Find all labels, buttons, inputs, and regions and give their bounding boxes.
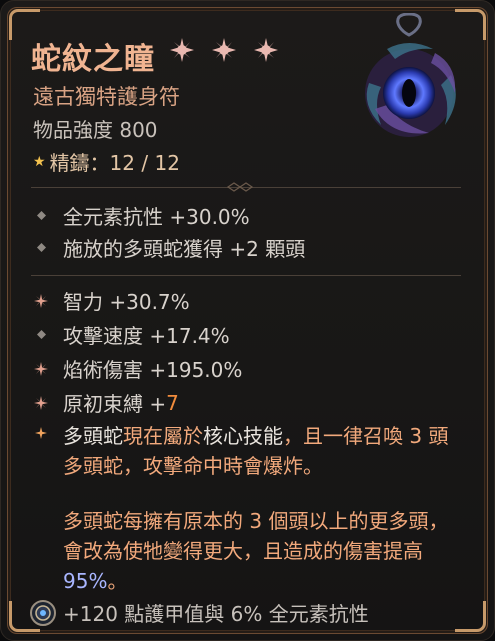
diamond-bullet-icon	[31, 330, 51, 339]
greater-affix-stars	[169, 37, 279, 63]
implicit-affix-text: 施放的多頭蛇獲得 +2 顆頭	[63, 237, 306, 261]
sparkle-icon	[170, 38, 194, 62]
greater-affix-icon	[31, 361, 51, 376]
lore-end: 。	[107, 569, 128, 593]
affix-value: 7	[166, 390, 179, 415]
greater-affix-icon	[31, 395, 51, 410]
item-type: 遠古獨特護身符	[33, 85, 180, 109]
diamond-bullet-icon	[31, 211, 51, 220]
diamond-bullet-icon	[31, 243, 51, 252]
affix-text: 焰術傷害 +195.0%	[63, 358, 243, 382]
greater-affix-icon	[31, 293, 51, 308]
masterwork-label: 精鑄：12 / 12	[49, 151, 180, 175]
unique-text-segment: 現在屬於	[123, 424, 203, 448]
unique-term: 多頭蛇	[63, 424, 123, 448]
affix-text: 攻擊速度 +17.4%	[63, 324, 230, 348]
implicit-affix: 全元素抗性 +30.0%	[31, 201, 250, 230]
gem-socket-icon	[30, 599, 56, 626]
masterwork-star-icon: ★	[33, 153, 46, 170]
lore-value: 95%	[63, 569, 108, 593]
greater-affix: 智力 +30.7%	[31, 286, 190, 315]
section-divider	[31, 275, 461, 276]
socket-bonus: +120 點護甲值與 6% 全元素抗性	[29, 598, 369, 627]
affix-text: 原初束縛 +	[63, 392, 167, 416]
unique-power: 多頭蛇現在屬於核心技能，且一律召喚 3 頭多頭蛇，攻擊命中時會爆炸。	[31, 421, 461, 481]
item-tooltip: 蛇紋之瞳 遠古獨特護身符 物品強度 800 ★ 精鑄：12 / 12 全元素抗性…	[0, 0, 495, 641]
unique-power-text: 多頭蛇現在屬於核心技能，且一律召喚 3 頭多頭蛇，攻擊命中時會爆炸。	[63, 421, 461, 481]
frame-corner	[455, 601, 486, 632]
implicit-affix-text: 全元素抗性 +30.0%	[63, 205, 250, 229]
divider-ornament-icon	[226, 182, 254, 192]
item-name: 蛇紋之瞳	[31, 42, 155, 77]
affix: 攻擊速度 +17.4%	[31, 320, 230, 349]
sparkle-icon	[254, 38, 278, 62]
lore-text: 多頭蛇每擁有原本的 3 個頭以上的更多頭，會改為使牠變得更大，且造成的傷害提高	[63, 509, 449, 563]
affix-text: 智力 +30.7%	[63, 290, 190, 314]
amulet-icon	[365, 13, 456, 137]
sparkle-icon	[212, 38, 236, 62]
unique-term: 核心技能	[203, 424, 283, 448]
unique-star-icon	[31, 421, 51, 481]
masterwork-rank: ★ 精鑄：12 / 12	[33, 147, 180, 176]
unique-lore-text: 多頭蛇每擁有原本的 3 個頭以上的更多頭，會改為使牠變得更大，且造成的傷害提高 …	[63, 506, 463, 596]
greater-affix: 焰術傷害 +195.0%	[31, 354, 242, 383]
implicit-affix: 施放的多頭蛇獲得 +2 顆頭	[31, 233, 305, 262]
socket-bonus-text: +120 點護甲值與 6% 全元素抗性	[63, 602, 369, 626]
item-power: 物品強度 800	[33, 118, 158, 142]
greater-affix: 原初束縛 +7	[31, 388, 179, 417]
